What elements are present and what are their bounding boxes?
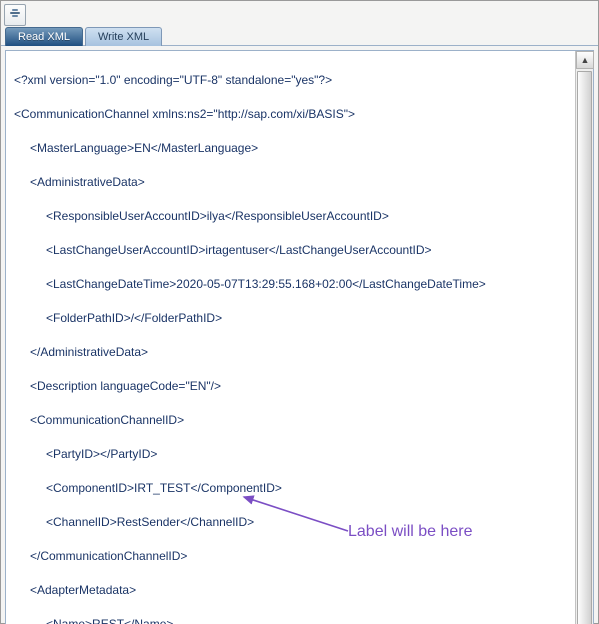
- scroll-up-button[interactable]: ▲: [576, 51, 594, 69]
- xml-line: <Name>REST</Name>: [14, 616, 571, 624]
- text-pane: <?xml version="1.0" encoding="UTF-8" sta…: [5, 50, 594, 624]
- tab-write-xml[interactable]: Write XML: [85, 27, 162, 46]
- xml-line: <ChannelID>RestSender</ChannelID>: [14, 514, 571, 531]
- vertical-scroll-track[interactable]: [576, 69, 593, 624]
- xml-line: <AdapterMetadata>: [14, 582, 571, 599]
- history-button[interactable]: [4, 4, 26, 26]
- history-icon: [8, 7, 22, 24]
- xml-line: <Description languageCode="EN"/>: [14, 378, 571, 395]
- tabstrip: Read XML Write XML: [1, 26, 598, 46]
- xml-line: <PartyID></PartyID>: [14, 446, 571, 463]
- vertical-scrollbar[interactable]: ▲ ▼: [575, 51, 593, 624]
- xml-line: <CommunicationChannel xmlns:ns2="http://…: [14, 106, 571, 123]
- xml-line: <LastChangeUserAccountID>irtagentuser</L…: [14, 242, 571, 259]
- xml-line: <ResponsibleUserAccountID>ilya</Responsi…: [14, 208, 571, 225]
- xml-line: <CommunicationChannelID>: [14, 412, 571, 429]
- xml-line: <LastChangeDateTime>2020-05-07T13:29:55.…: [14, 276, 571, 293]
- app-frame: Read XML Write XML <?xml version="1.0" e…: [0, 0, 599, 624]
- xml-text-area[interactable]: <?xml version="1.0" encoding="UTF-8" sta…: [6, 51, 575, 624]
- toolbar: [1, 1, 598, 26]
- content-area: <?xml version="1.0" encoding="UTF-8" sta…: [1, 46, 598, 624]
- xml-line: <ComponentID>IRT_TEST</ComponentID>: [14, 480, 571, 497]
- xml-line: <FolderPathID>/</FolderPathID>: [14, 310, 571, 327]
- tab-read-xml[interactable]: Read XML: [5, 27, 83, 46]
- vertical-scroll-thumb[interactable]: [577, 71, 592, 624]
- xml-line: <AdministrativeData>: [14, 174, 571, 191]
- xml-line: <?xml version="1.0" encoding="UTF-8" sta…: [14, 72, 571, 89]
- xml-line: <MasterLanguage>EN</MasterLanguage>: [14, 140, 571, 157]
- chevron-up-icon: ▲: [581, 55, 590, 65]
- xml-line: </CommunicationChannelID>: [14, 548, 571, 565]
- annotation-layer: Label will be here: [6, 51, 575, 624]
- xml-line: </AdministrativeData>: [14, 344, 571, 361]
